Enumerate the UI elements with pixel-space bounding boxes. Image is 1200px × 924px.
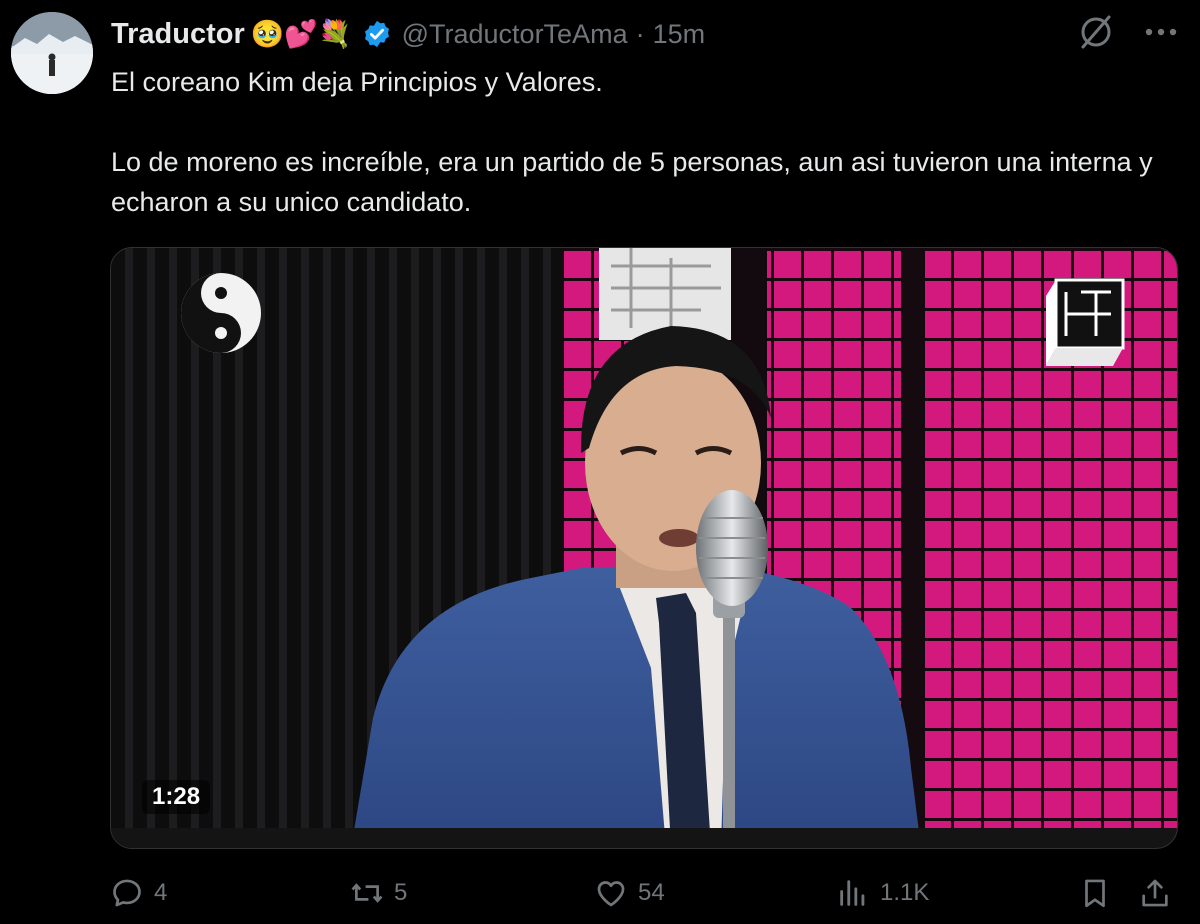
share-button[interactable] (1138, 876, 1172, 910)
like-icon (597, 881, 625, 907)
like-count: 54 (638, 879, 665, 906)
video-duration: 1:28 (142, 780, 211, 814)
bookmark-button[interactable] (1078, 876, 1112, 910)
views-icon (840, 880, 865, 906)
post-top-actions (1078, 14, 1178, 50)
grok-icon[interactable] (1078, 14, 1114, 50)
channel-logo-left (181, 273, 261, 353)
post-text-paragraph-1: El coreano Kim deja Principios y Valores… (111, 67, 603, 97)
author-handle[interactable]: @TraductorTeAma (402, 19, 628, 50)
reply-button[interactable]: 4 (110, 876, 167, 910)
repost-count: 5 (394, 879, 408, 906)
like-button[interactable]: 54 (594, 876, 665, 910)
more-icon[interactable] (1144, 26, 1178, 38)
avatar-image (11, 12, 93, 94)
share-icon (1142, 879, 1168, 907)
views-count: 1.1K (880, 879, 930, 906)
post-text-paragraph-2: Lo de moreno es increíble, era un partid… (111, 147, 1153, 217)
repost-icon (351, 883, 383, 903)
video-frame (111, 248, 1177, 848)
post-time[interactable]: 15m (653, 19, 706, 50)
post-action-bar: 4 5 54 1.1K (110, 870, 1178, 916)
reply-count: 4 (154, 879, 168, 906)
views-button[interactable]: 1.1K (836, 876, 929, 910)
post-header: Traductor 🥹💕💐 @TraductorTeAma · 15m (111, 14, 705, 54)
meta-separator: · (635, 18, 645, 49)
post-text: El coreano Kim deja Principios y Valores… (111, 62, 1171, 222)
reply-icon (113, 879, 141, 907)
video-player[interactable] (110, 247, 1178, 849)
bookmark-icon (1085, 879, 1105, 908)
author-emoji: 🥹💕💐 (250, 18, 352, 49)
verified-badge-icon[interactable] (362, 19, 392, 49)
author-display-name[interactable]: Traductor (111, 18, 245, 51)
author-avatar[interactable] (11, 12, 93, 94)
channel-logo-right (1046, 278, 1125, 366)
repost-button[interactable]: 5 (350, 876, 407, 910)
